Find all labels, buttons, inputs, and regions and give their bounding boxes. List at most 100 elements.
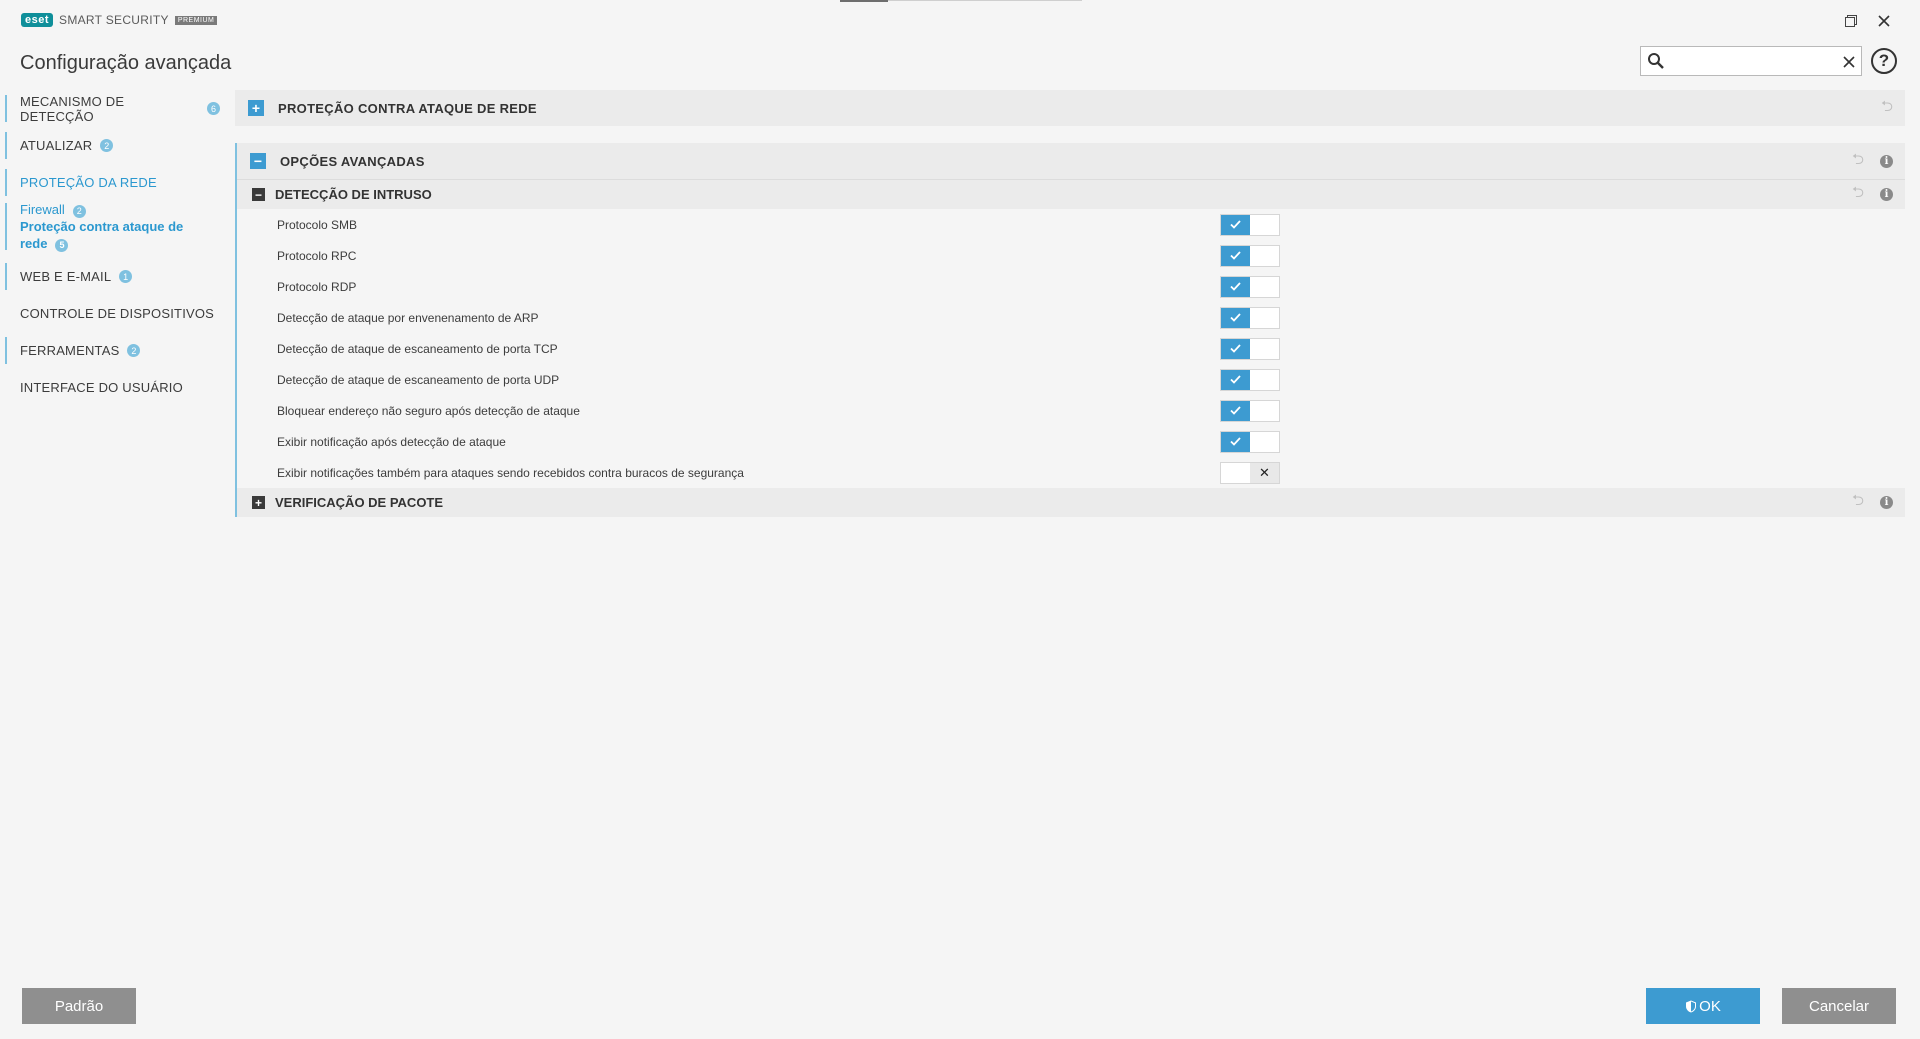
section-title: OPÇÕES AVANÇADAS: [280, 153, 425, 169]
advanced-options-body: − DETECÇÃO DE INTRUSO ⮌ i Protocolo SMB P…: [235, 179, 1905, 517]
check-icon: [1221, 245, 1250, 266]
notification-badge: 1: [119, 270, 133, 283]
setting-toggle[interactable]: [1220, 399, 1280, 422]
sidebar-item-label: FERRAMENTAS: [20, 343, 120, 358]
expand-icon: +: [248, 100, 264, 116]
revert-icon[interactable]: ⮌: [1881, 96, 1893, 121]
setting-label: Exibir notificações também para ataques …: [277, 465, 744, 480]
setting-toggle[interactable]: [1220, 275, 1280, 298]
setting-toggle[interactable]: [1220, 244, 1280, 267]
sidebar-item-device-control[interactable]: CONTROLE DE DISPOSITIVOS: [0, 295, 220, 332]
setting-row: Detecção de ataque de escaneamento de po…: [237, 333, 1905, 364]
setting-row: Protocolo SMB: [237, 209, 1905, 240]
setting-label: Detecção de ataque por envenenamento de …: [277, 310, 539, 325]
setting-toggle[interactable]: [1220, 430, 1280, 453]
section-advanced-options[interactable]: − OPÇÕES AVANÇADAS ⮌ i: [235, 143, 1905, 179]
sidebar-item-update[interactable]: ATUALIZAR 2: [0, 127, 220, 164]
setting-label: Detecção de ataque de escaneamento de po…: [277, 341, 558, 356]
sidebar-item-label: MECANISMO DE DETECÇÃO: [20, 93, 125, 124]
section-title: PROTEÇÃO CONTRA ATAQUE DE REDE: [278, 100, 537, 116]
notification-badge: 5: [55, 239, 69, 252]
sidebar-item-label: CONTROLE DE DISPOSITIVOS: [20, 306, 215, 321]
setting-row: Bloquear endereço não seguro após detecç…: [237, 395, 1905, 426]
app-logo: eset SMART SECURITY PREMIUM: [21, 13, 218, 27]
setting-label: Protocolo SMB: [277, 217, 358, 232]
collapse-icon: −: [250, 153, 266, 169]
search-box[interactable]: [1640, 46, 1862, 76]
info-icon[interactable]: i: [1880, 188, 1893, 201]
restore-window-icon: [1845, 15, 1857, 27]
setting-toggle[interactable]: ✕: [1220, 461, 1280, 484]
cancel-button[interactable]: Cancelar: [1782, 988, 1896, 1024]
setting-label: Exibir notificação após detecção de ataq…: [277, 434, 506, 449]
sidebar-item-tools[interactable]: FERRAMENTAS 2: [0, 332, 220, 369]
eset-logo: eset: [21, 13, 54, 27]
revert-icon[interactable]: ⮌: [1852, 490, 1864, 515]
setting-row: Detecção de ataque por envenenamento de …: [237, 302, 1905, 333]
subsection-intrusion-detection[interactable]: − DETECÇÃO DE INTRUSO ⮌ i: [237, 179, 1905, 209]
setting-label: Detecção de ataque de escaneamento de po…: [277, 372, 560, 387]
notification-badge: 2: [72, 205, 86, 218]
shield-icon: [1686, 1000, 1697, 1012]
sidebar-item-label: ATUALIZAR: [20, 138, 93, 153]
search-icon: [1647, 52, 1665, 75]
revert-icon[interactable]: ⮌: [1852, 149, 1864, 174]
info-icon[interactable]: i: [1880, 496, 1893, 509]
subsection-title: DETECÇÃO DE INTRUSO: [275, 187, 432, 202]
check-icon: [1221, 431, 1250, 452]
restore-window-button[interactable]: [1839, 10, 1863, 32]
ok-button[interactable]: OK: [1646, 988, 1760, 1024]
help-icon: ?: [1878, 51, 1890, 70]
sidebar-item-label: WEB E E-MAIL: [20, 269, 112, 284]
sidebar-subitem-firewall[interactable]: Firewall 2: [20, 201, 220, 218]
setting-row: Detecção de ataque de escaneamento de po…: [237, 364, 1905, 395]
sidebar-subitem-label: Firewall: [20, 202, 65, 217]
setting-row: Protocolo RPC: [237, 240, 1905, 271]
info-icon[interactable]: i: [1880, 154, 1893, 168]
help-button[interactable]: ?: [1871, 48, 1897, 74]
default-button[interactable]: Padrão: [22, 988, 136, 1024]
sidebar-subitem-network-attack-protection[interactable]: Proteção contra ataque de rede 5: [20, 218, 195, 252]
edition-badge: PREMIUM: [174, 15, 218, 25]
notification-badge: 6: [207, 102, 220, 115]
collapse-icon: −: [252, 188, 265, 201]
clear-search-button[interactable]: [1843, 50, 1855, 73]
search-input[interactable]: [1671, 50, 1835, 74]
sidebar: MECANISMO DE DETECÇÃO 6 ATUALIZAR 2 PROT…: [0, 90, 220, 406]
setting-label: Protocolo RDP: [277, 279, 357, 294]
page-title: Configuração avançada: [20, 52, 232, 74]
check-icon: [1221, 307, 1250, 328]
setting-label: Protocolo RPC: [277, 248, 357, 263]
notification-badge: 2: [127, 344, 141, 357]
close-window-button[interactable]: [1872, 10, 1896, 32]
check-icon: [1221, 276, 1250, 297]
title-bar: eset SMART SECURITY PREMIUM: [0, 0, 1920, 40]
check-icon: [1221, 369, 1250, 390]
sidebar-item-label: PROTEÇÃO DA REDE: [20, 175, 157, 190]
sidebar-item-web-email[interactable]: WEB E E-MAIL 1: [0, 258, 220, 295]
drag-indicator-handle: [840, 0, 888, 2]
setting-row: Exibir notificação após detecção de ataq…: [237, 426, 1905, 457]
ok-button-label: OK: [1699, 997, 1721, 1015]
check-icon: [1221, 400, 1250, 421]
setting-row: Exibir notificações também para ataques …: [237, 457, 1905, 488]
setting-toggle[interactable]: [1220, 213, 1280, 236]
cross-icon: ✕: [1250, 462, 1279, 483]
sidebar-item-detection-engine[interactable]: MECANISMO DE DETECÇÃO 6: [0, 90, 220, 127]
subsection-title: VERIFICAÇÃO DE PACOTE: [275, 495, 444, 510]
product-name: SMART SECURITY: [59, 13, 169, 27]
sidebar-subnav: Firewall 2 Proteção contra ataque de rede…: [0, 201, 220, 258]
sidebar-item-user-interface[interactable]: INTERFACE DO USUÁRIO: [0, 369, 220, 406]
check-icon: [1221, 214, 1250, 235]
revert-icon[interactable]: ⮌: [1852, 182, 1864, 207]
settings-panel: + PROTEÇÃO CONTRA ATAQUE DE REDE ⮌ − OPÇ…: [235, 90, 1905, 517]
section-network-attack-protection[interactable]: + PROTEÇÃO CONTRA ATAQUE DE REDE ⮌: [235, 90, 1905, 126]
subsection-packet-inspection[interactable]: + VERIFICAÇÃO DE PACOTE ⮌ i: [237, 488, 1905, 517]
setting-row: Protocolo RDP: [237, 271, 1905, 302]
sidebar-item-label: INTERFACE DO USUÁRIO: [20, 380, 183, 395]
close-icon: [1878, 15, 1890, 27]
sidebar-item-network-protection[interactable]: PROTEÇÃO DA REDE: [0, 164, 220, 201]
setting-toggle[interactable]: [1220, 337, 1280, 360]
setting-toggle[interactable]: [1220, 368, 1280, 391]
setting-toggle[interactable]: [1220, 306, 1280, 329]
